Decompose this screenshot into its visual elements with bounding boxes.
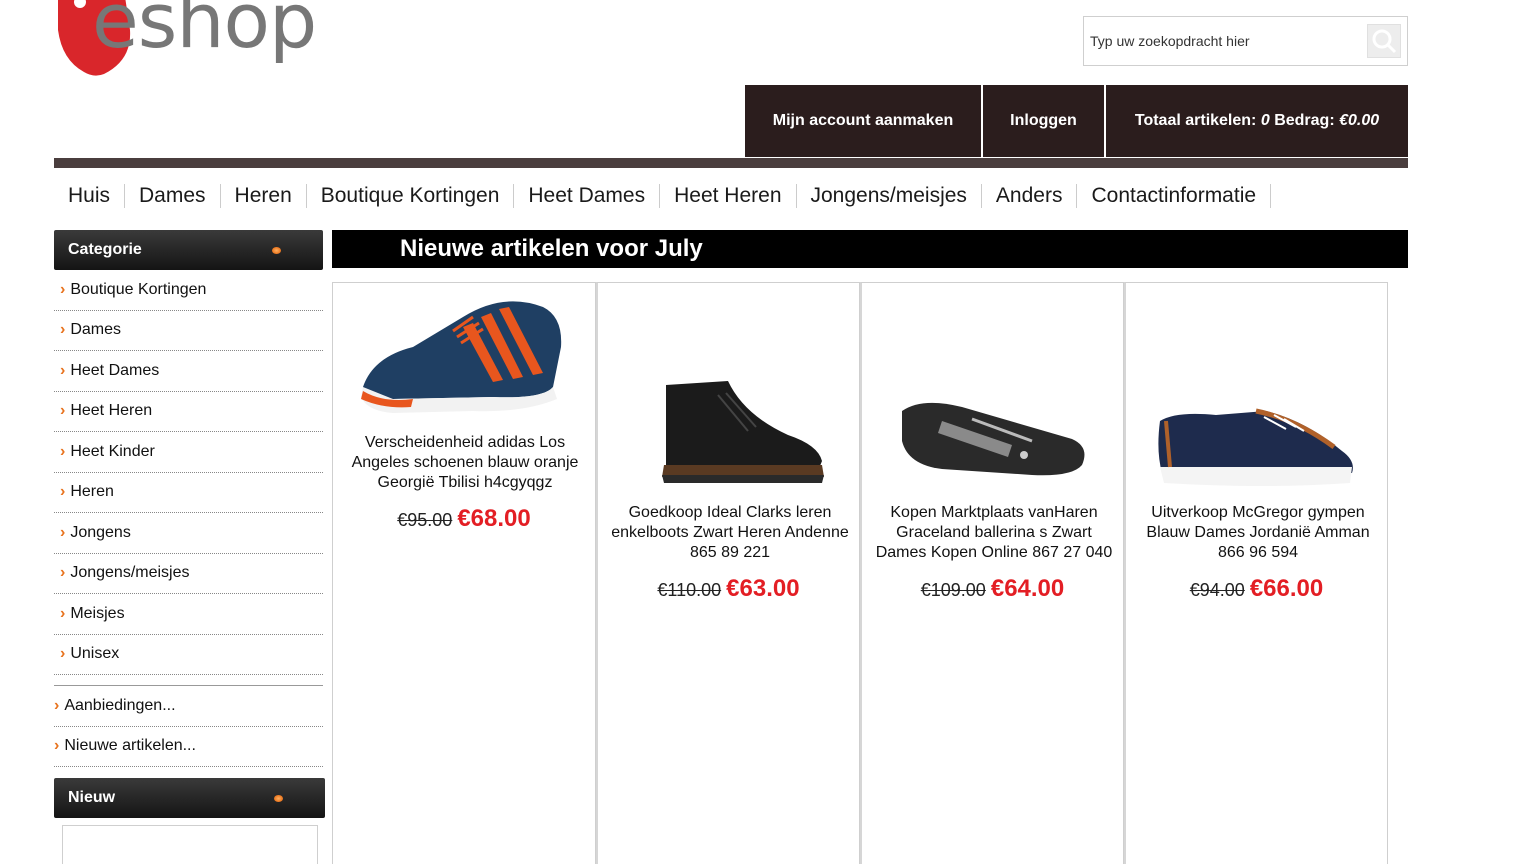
product-image-ballerina[interactable] — [882, 391, 1106, 481]
orange-dot-icon — [272, 247, 281, 254]
product-price: €109.00 €64.00 — [862, 575, 1123, 603]
cart-count: 0 — [1260, 112, 1270, 129]
chevron-right-icon: › — [60, 361, 66, 379]
category-header: Categorie — [54, 230, 323, 270]
chevron-right-icon: › — [60, 523, 66, 541]
product-card[interactable]: Uitverkoop McGregor gympen Blauw Dames J… — [1124, 282, 1388, 864]
nav-item-anders[interactable]: Anders — [982, 184, 1078, 208]
product-name[interactable]: Goedkoop Ideal Clarks leren enkelboots Z… — [608, 503, 852, 563]
top-nav: Huis Dames Heren Boutique Kortingen Heet… — [54, 180, 1272, 212]
category-label: Unisex — [70, 645, 120, 663]
old-price: €94.00 — [1189, 580, 1245, 600]
nav-item-contactinformatie[interactable]: Contactinformatie — [1077, 184, 1272, 208]
logo-text: eshop — [92, 0, 317, 65]
category-item[interactable]: › Heet Kinder — [54, 432, 323, 473]
category-label: Heet Heren — [70, 402, 153, 420]
new-price: €68.00 — [457, 505, 531, 532]
chevron-right-icon: › — [60, 564, 66, 582]
category-item[interactable]: › Meisjes — [54, 594, 323, 635]
nav-item-heren[interactable]: Heren — [221, 184, 307, 208]
category-title: Categorie — [68, 241, 142, 258]
nav-item-heet-heren[interactable]: Heet Heren — [660, 184, 797, 208]
nav-item-huis[interactable]: Huis — [54, 184, 126, 208]
new-items-link[interactable]: › Nieuwe artikelen... — [54, 727, 323, 767]
cart-amount-label: Bedrag: — [1274, 112, 1335, 129]
sidebar-extra-links: › Aanbiedingen... › Nieuwe artikelen... — [54, 685, 323, 767]
category-label: Heren — [70, 483, 114, 501]
new-box — [62, 825, 318, 864]
category-item[interactable]: › Boutique Kortingen — [54, 270, 323, 311]
category-label: Meisjes — [70, 604, 125, 622]
new-items-label: Nieuwe artikelen... — [64, 737, 196, 755]
section-title: Nieuwe artikelen voor July — [332, 230, 1408, 268]
product-name[interactable]: Uitverkoop McGregor gympen Blauw Dames J… — [1136, 503, 1380, 563]
product-card[interactable]: Kopen Marktplaats vanHaren Graceland bal… — [860, 282, 1124, 864]
new-price: €66.00 — [1249, 575, 1324, 602]
new-price: €63.00 — [726, 575, 800, 602]
nav-item-dames[interactable]: Dames — [125, 184, 221, 208]
category-item[interactable]: › Jongens/meisjes — [54, 554, 323, 594]
search-box — [1083, 16, 1408, 66]
cart-total-label: Totaal artikelen: — [1134, 112, 1257, 129]
old-price: €109.00 — [920, 580, 986, 600]
chevron-right-icon: › — [60, 280, 66, 298]
chevron-right-icon: › — [60, 483, 66, 501]
chevron-right-icon: › — [60, 442, 66, 460]
header-divider — [54, 158, 1408, 168]
chevron-right-icon: › — [60, 321, 66, 339]
product-price: €94.00 €66.00 — [1126, 575, 1387, 603]
search-icon — [1372, 29, 1397, 54]
old-price: €95.00 — [397, 510, 453, 530]
category-label: Jongens — [70, 523, 131, 541]
offers-label: Aanbiedingen... — [64, 696, 176, 714]
new-header: Nieuw — [54, 778, 325, 818]
chevron-right-icon: › — [60, 645, 66, 663]
offers-link[interactable]: › Aanbiedingen... — [54, 686, 323, 727]
login-button[interactable]: Inloggen — [983, 85, 1104, 157]
product-name[interactable]: Kopen Marktplaats vanHaren Graceland bal… — [872, 503, 1116, 563]
product-grid: Verscheidenheid adidas Los Angeles schoe… — [332, 282, 1388, 864]
chevron-right-icon: › — [60, 402, 66, 420]
category-item[interactable]: › Unisex — [54, 635, 323, 675]
product-image-sneaker[interactable] — [353, 287, 577, 423]
cart-amount: €0.00 — [1339, 112, 1380, 129]
category-label: Jongens/meisjes — [70, 564, 190, 582]
eshop-logo[interactable]: eshop — [54, 0, 334, 80]
category-item[interactable]: › Heet Heren — [54, 392, 323, 432]
chevron-right-icon: › — [54, 737, 60, 755]
new-price: €64.00 — [990, 575, 1065, 602]
new-title: Nieuw — [68, 789, 116, 806]
chevron-right-icon: › — [54, 696, 60, 714]
nav-item-heet-dames[interactable]: Heet Dames — [514, 184, 661, 208]
category-label: Heet Dames — [70, 361, 160, 379]
category-label: Heet Kinder — [70, 442, 155, 460]
search-button[interactable] — [1367, 24, 1401, 58]
product-name[interactable]: Verscheidenheid adidas Los Angeles schoe… — [343, 433, 587, 493]
category-item[interactable]: › Dames — [54, 311, 323, 351]
product-image-boot[interactable] — [618, 375, 842, 485]
category-item[interactable]: › Heren — [54, 473, 323, 513]
search-input[interactable] — [1090, 27, 1360, 55]
product-card[interactable]: Goedkoop Ideal Clarks leren enkelboots Z… — [596, 282, 860, 864]
cart-summary[interactable]: Totaal artikelen: 0 Bedrag: €0.00 — [1106, 85, 1408, 157]
product-price: €110.00 €63.00 — [598, 575, 859, 603]
category-item[interactable]: › Heet Dames — [54, 351, 323, 392]
product-image-canvas-shoe[interactable] — [1146, 401, 1370, 491]
product-card[interactable]: Verscheidenheid adidas Los Angeles schoe… — [332, 282, 596, 864]
nav-item-jongens-meisjes[interactable]: Jongens/meisjes — [797, 184, 982, 208]
category-label: Boutique Kortingen — [70, 280, 207, 298]
orange-dot-icon — [274, 795, 283, 802]
product-price: €95.00 €68.00 — [333, 505, 595, 533]
nav-item-boutique-kortingen[interactable]: Boutique Kortingen — [307, 184, 515, 208]
chevron-right-icon: › — [60, 604, 66, 622]
category-list: › Boutique Kortingen › Dames › Heet Dames ›… — [54, 270, 323, 675]
old-price: €110.00 — [657, 580, 722, 600]
category-item[interactable]: › Jongens — [54, 513, 323, 554]
create-account-button[interactable]: Mijn account aanmaken — [745, 85, 981, 157]
category-label: Dames — [70, 321, 122, 339]
